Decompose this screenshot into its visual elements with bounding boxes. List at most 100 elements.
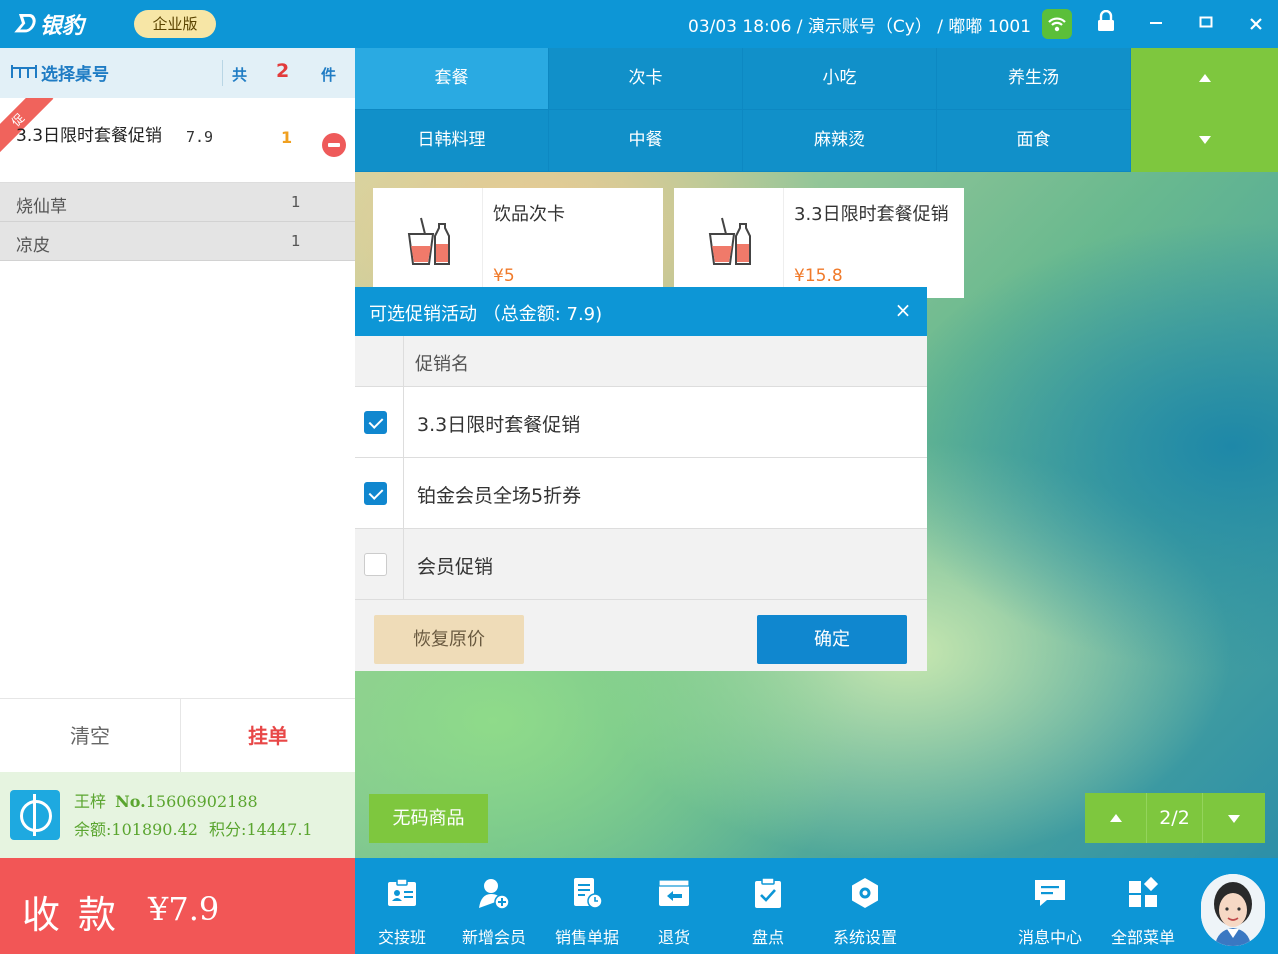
- toolbar-inventory-button[interactable]: 盘点: [735, 858, 801, 954]
- shift-handover-icon: [385, 876, 419, 910]
- item-count: 2: [276, 60, 290, 82]
- category-tab[interactable]: 套餐: [355, 48, 548, 109]
- promotion-checkbox[interactable]: [364, 411, 387, 434]
- promotion-dialog: 可选促销活动 （总金额: 7.9) × 促销名 3.3日限时套餐促销 铂金会员全…: [355, 287, 927, 671]
- wifi-icon[interactable]: [1042, 9, 1072, 39]
- clear-button[interactable]: 清空: [0, 699, 181, 773]
- header-divider: [222, 60, 223, 86]
- category-tab[interactable]: 麻辣烫: [743, 110, 936, 171]
- add-member-icon: [477, 876, 511, 910]
- confirm-button[interactable]: 确定: [757, 615, 907, 664]
- product-price: ¥5: [493, 266, 515, 286]
- order-header: 选择桌号 共 2 件: [0, 48, 355, 98]
- category-tab[interactable]: 养生汤: [937, 48, 1130, 109]
- balance-label: 余额:: [74, 820, 112, 839]
- toolbar-sales-receipt-button[interactable]: 销售单据: [546, 858, 628, 954]
- points-label: 积分:: [209, 820, 247, 839]
- select-table-button[interactable]: 选择桌号: [10, 60, 109, 85]
- toolbar-shift-button[interactable]: 交接班: [363, 858, 441, 954]
- logo-mark-icon: ᗤ: [14, 10, 34, 38]
- member-info[interactable]: 王梓 No.15606902188 余额:101890.42 积分:14447.…: [0, 772, 355, 858]
- subitem-name: 凉皮: [16, 236, 50, 256]
- column-divider: [403, 387, 404, 458]
- chevron-up-icon: [1199, 74, 1211, 82]
- count-suffix: 件: [321, 66, 337, 84]
- no-code-product-button[interactable]: 无码商品: [369, 794, 488, 843]
- member-card-icon: [10, 790, 60, 840]
- page-down-button[interactable]: [1203, 793, 1265, 843]
- checkout-amount: ¥7.9: [148, 890, 220, 928]
- dialog-close-button[interactable]: ×: [891, 298, 915, 322]
- toolbar-all-menu-button[interactable]: 全部菜单: [1102, 858, 1184, 954]
- promotion-checkbox[interactable]: [364, 553, 387, 576]
- lock-icon[interactable]: [1094, 9, 1118, 36]
- order-subitem[interactable]: 凉皮 1: [0, 222, 355, 261]
- promotion-table-header: 促销名: [355, 336, 927, 387]
- promotion-row[interactable]: 铂金会员全场5折券: [355, 458, 927, 529]
- category-tab[interactable]: 中餐: [549, 110, 742, 171]
- count-prefix: 共: [232, 66, 248, 84]
- promotion-row[interactable]: 会员促销: [355, 529, 927, 600]
- restore-price-button[interactable]: 恢复原价: [374, 615, 524, 664]
- table-icon: [10, 63, 38, 83]
- column-header-promo-name: 促销名: [415, 354, 469, 375]
- hang-order-button[interactable]: 挂单: [181, 699, 355, 773]
- column-divider: [403, 529, 404, 600]
- promotion-row[interactable]: 3.3日限时套餐促销: [355, 387, 927, 458]
- product-card[interactable]: 饮品次卡 ¥5: [373, 188, 663, 298]
- promotion-name: 铂金会员全场5折券: [417, 485, 582, 507]
- toolbar-label: 消息中心: [1017, 928, 1082, 947]
- title-bar: ᗤ 银豹 企业版 03/03 18:06 / 演示账号（Cy） / 嘟嘟 100…: [0, 0, 1278, 48]
- toolbar-return-button[interactable]: 退货: [641, 858, 707, 954]
- column-divider: [403, 458, 404, 529]
- toolbar-add-member-button[interactable]: 新增会员: [453, 858, 535, 954]
- promotion-checkbox[interactable]: [364, 482, 387, 505]
- chevron-down-icon: [1199, 136, 1211, 144]
- settings-icon: [848, 876, 882, 910]
- page-up-button[interactable]: [1085, 793, 1147, 843]
- order-subitem[interactable]: 烧仙草 1: [0, 183, 355, 222]
- minimize-button[interactable]: [1140, 8, 1172, 40]
- checkout-label: 收款: [22, 893, 135, 937]
- order-panel: 选择桌号 共 2 件 促 3.3日限时套餐促销 7.9 1 烧仙草 1 凉皮 1…: [0, 48, 355, 954]
- return-icon: [657, 876, 691, 910]
- remove-item-button[interactable]: [322, 133, 346, 157]
- toolbar-label: 交接班: [377, 928, 426, 947]
- category-tab[interactable]: 次卡: [549, 48, 742, 109]
- dialog-footer: 恢复原价 确定: [355, 600, 927, 671]
- toolbar-label: 盘点: [751, 928, 784, 947]
- dialog-title: 可选促销活动 （总金额: 7.9): [369, 304, 603, 325]
- category-grid: 套餐 次卡 小吃 养生汤 日韩料理 中餐 麻辣烫 面食: [355, 48, 1131, 172]
- drink-icon: [674, 188, 784, 298]
- message-icon: [1033, 876, 1067, 910]
- order-actions: 清空 挂单: [0, 698, 355, 773]
- category-tab[interactable]: 面食: [937, 110, 1130, 171]
- checkout-button[interactable]: 收款 ¥7.9: [0, 858, 355, 954]
- edition-badge: 企业版: [134, 10, 216, 38]
- toolbar-label: 退货: [657, 928, 690, 947]
- product-pager: 2/2: [1085, 793, 1265, 843]
- member-name-row: 王梓 No.15606902188: [74, 788, 258, 812]
- product-card[interactable]: 3.3日限时套餐促销 ¥15.8: [674, 188, 964, 298]
- category-tab[interactable]: 小吃: [743, 48, 936, 109]
- product-name: 饮品次卡: [493, 204, 565, 225]
- member-name: 王梓: [74, 792, 107, 811]
- toolbar-settings-button[interactable]: 系统设置: [823, 858, 907, 954]
- category-tab[interactable]: 日韩料理: [355, 110, 548, 171]
- order-item-main[interactable]: 促 3.3日限时套餐促销 7.9 1: [0, 98, 355, 183]
- toolbar-label: 系统设置: [832, 928, 897, 947]
- bottom-toolbar: 交接班 新增会员 销售单据 退货 盘点 系统设置 消息中心 全部菜单: [355, 858, 1278, 954]
- order-item-qty: 1: [281, 128, 293, 147]
- close-window-button[interactable]: [1240, 8, 1272, 40]
- toolbar-label: 新增会员: [461, 928, 526, 947]
- drink-icon: [373, 188, 483, 298]
- balance-value: 101890.42: [111, 820, 198, 839]
- member-balance-row: 余额:101890.42 积分:14447.1: [74, 816, 313, 840]
- category-scroll-up-button[interactable]: [1131, 48, 1278, 110]
- customer-service-avatar[interactable]: [1201, 874, 1265, 946]
- maximize-button[interactable]: [1190, 8, 1222, 40]
- category-scroll-down-button[interactable]: [1131, 110, 1278, 172]
- toolbar-message-button[interactable]: 消息中心: [1009, 858, 1091, 954]
- subitem-qty: 1: [291, 232, 301, 250]
- page-indicator: 2/2: [1147, 793, 1203, 843]
